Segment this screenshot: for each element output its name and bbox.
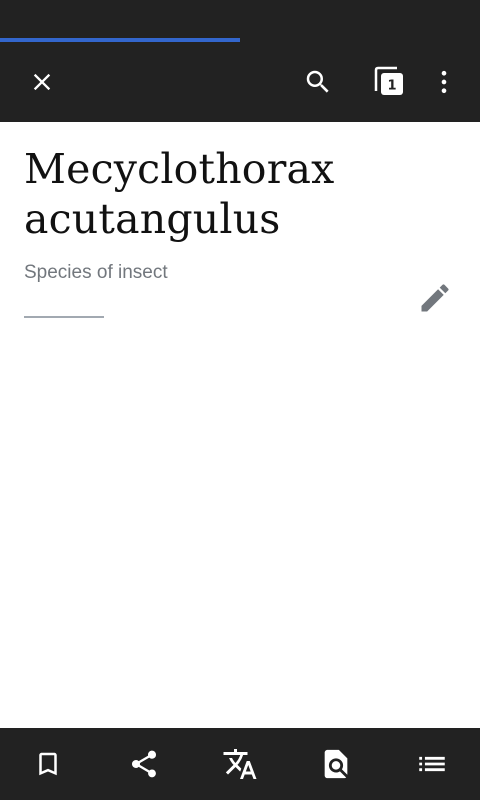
edit-description-button[interactable] [410, 273, 460, 323]
share-icon [131, 750, 157, 778]
top-toolbar: 1 [0, 42, 480, 122]
table-of-contents-icon [419, 756, 445, 772]
search-icon [306, 70, 329, 93]
translate-button[interactable] [212, 736, 268, 792]
close-button[interactable] [14, 54, 70, 110]
find-in-page-icon [324, 749, 348, 779]
tabs-icon: 1 [374, 66, 403, 95]
table-of-contents-button[interactable] [404, 736, 460, 792]
overflow-menu-icon [441, 70, 447, 94]
translate-icon [223, 749, 257, 779]
search-button[interactable] [290, 54, 346, 110]
tabs-count: 1 [387, 79, 396, 94]
status-bar [0, 0, 480, 38]
page-title: Mecyclothorax acutangulus [24, 145, 335, 243]
tabs-button[interactable]: 1 [362, 54, 418, 110]
title-divider [24, 316, 104, 318]
page-description: Species of insect [24, 262, 168, 283]
find-in-page-button[interactable] [308, 736, 364, 792]
bottom-action-bar [0, 728, 480, 800]
bookmark-button[interactable] [20, 736, 76, 792]
share-button[interactable] [116, 736, 172, 792]
close-icon [33, 73, 51, 91]
bookmark-icon [39, 752, 57, 776]
article-content: Mecyclothorax acutangulus Species of ins… [0, 122, 480, 728]
overflow-menu-button[interactable] [416, 54, 472, 110]
pencil-icon [421, 284, 449, 312]
